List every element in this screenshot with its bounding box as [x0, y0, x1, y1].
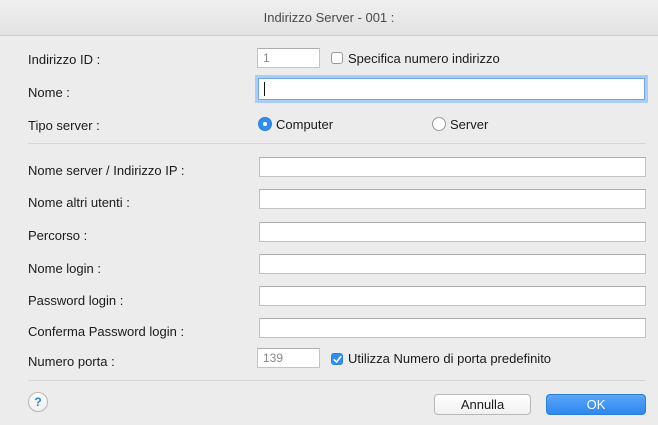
radio-server[interactable]	[432, 117, 446, 131]
check-icon	[333, 355, 342, 363]
name-label: Nome :	[28, 85, 70, 100]
confirm-password-label: Conferma Password login :	[28, 324, 185, 339]
login-name-label: Nome login :	[28, 261, 101, 276]
cancel-button[interactable]: Annulla	[434, 394, 531, 415]
window-title: Indirizzo Server - 001 :	[0, 0, 658, 36]
ok-button[interactable]: OK	[546, 394, 646, 415]
port-label: Numero porta :	[28, 354, 115, 369]
server-name-field[interactable]	[259, 157, 646, 177]
default-port-checkbox[interactable]	[331, 353, 343, 365]
default-port-label: Utilizza Numero di porta predefinito	[348, 351, 552, 366]
radio-computer-label: Computer	[276, 117, 334, 132]
login-password-label: Password login :	[28, 293, 124, 308]
separator	[28, 143, 646, 144]
path-field[interactable]	[259, 222, 646, 242]
specify-address-label: Specifica numero indirizzo	[348, 51, 500, 66]
other-users-label: Nome altri utenti :	[28, 195, 130, 210]
specify-address-checkbox[interactable]	[331, 52, 343, 64]
address-id-field[interactable]: 1	[257, 48, 320, 68]
text-caret	[264, 82, 265, 96]
login-password-field[interactable]	[259, 286, 646, 306]
server-type-label: Tipo server :	[28, 118, 100, 133]
confirm-password-field[interactable]	[259, 318, 646, 338]
radio-server-label: Server	[450, 117, 489, 132]
footer-separator	[28, 380, 646, 381]
server-name-label: Nome server / Indirizzo IP :	[28, 163, 185, 178]
port-field[interactable]: 139	[257, 348, 320, 368]
address-id-label: Indirizzo ID :	[28, 52, 101, 67]
login-name-field[interactable]	[259, 254, 646, 274]
name-field[interactable]	[258, 78, 645, 100]
radio-computer[interactable]	[258, 117, 272, 131]
path-label: Percorso :	[28, 228, 88, 243]
other-users-field[interactable]	[259, 189, 646, 209]
help-button[interactable]: ?	[28, 392, 48, 412]
